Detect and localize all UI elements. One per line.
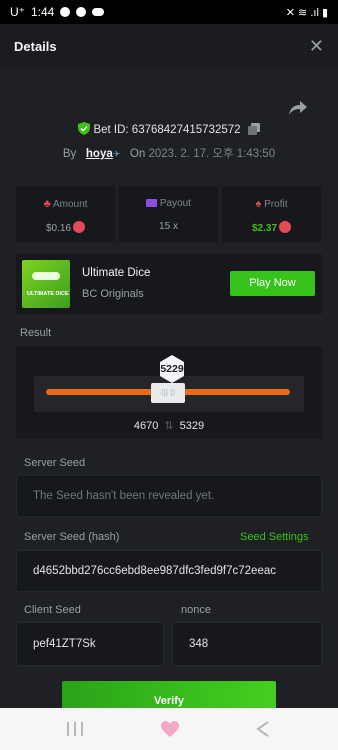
coin-icon (279, 221, 292, 233)
nonce-field[interactable]: 348 (172, 622, 322, 666)
client-seed-field[interactable]: pef41ZT7Sk (16, 622, 164, 666)
client-seed-label: Client Seed (24, 604, 81, 616)
range-high: 5329 (179, 420, 205, 432)
payout-label: Payout (159, 198, 191, 209)
clock: 1:44 (31, 5, 55, 19)
carrier-label: U⁺ (10, 5, 25, 19)
profit-value: $2.37 (251, 223, 278, 234)
close-icon[interactable]: ✕ (309, 36, 324, 57)
result-roll-value: 5229 (160, 363, 184, 375)
share-icon[interactable] (288, 99, 308, 117)
payout-value: 15 x (159, 221, 178, 232)
home-heart-icon[interactable] (160, 720, 180, 738)
notification-icon (60, 7, 71, 17)
cloud-icon (92, 8, 105, 16)
verify-button[interactable]: Verify (62, 681, 276, 711)
bet-id: Bet ID: 63768427415732572 (93, 124, 241, 136)
back-icon[interactable] (256, 721, 270, 737)
details-header: Details ✕ (0, 24, 338, 68)
status-bar: U⁺ 1:44 ✕ ≋ .ıl ▮ (0, 0, 338, 24)
bet-author-row: By hoya✈ On 2023. 2. 17. 오후 1:43:50 (0, 145, 338, 161)
stat-profit: ♠ Profit $2.37 (222, 186, 321, 242)
profit-icon: ♠ (255, 198, 262, 210)
bet-date: 2023. 2. 17. 오후 1:43:50 (148, 148, 276, 160)
stat-payout: Payout 15 x (119, 186, 218, 242)
play-now-button[interactable]: Play Now (230, 271, 315, 296)
game-name: Ultimate Dice (82, 267, 151, 279)
page-title: Details (14, 38, 57, 54)
user-link[interactable]: hoya (86, 148, 113, 160)
game-provider: BC Originals (82, 288, 144, 300)
shield-check-icon (78, 122, 91, 135)
game-card: ULTIMATE DICE Ultimate Dice BC Originals… (16, 254, 322, 314)
payout-icon (146, 199, 158, 207)
coin-icon (73, 221, 86, 233)
status-indicators: ✕ ≋ .ıl ▮ (285, 6, 328, 19)
system-nav-bar (0, 708, 338, 750)
result-label: Result (20, 327, 52, 339)
profit-label: Profit (264, 199, 288, 210)
range-separator-icon: ⇅ (164, 420, 174, 432)
result-range: 4670 ⇅ 5329 (16, 419, 322, 432)
dice-bar-icon (32, 272, 60, 280)
server-seed-hash-field[interactable]: d4652bbd276cc6ebd8ee987dfc3fed9f7c72eeac (16, 550, 322, 592)
result-panel: ⟨|| |⟩ 5229 4670 ⇅ 5329 (16, 347, 322, 439)
server-seed-hash-label: Server Seed (hash) (24, 531, 120, 543)
server-seed-label: Server Seed (24, 457, 86, 469)
nonce-label: nonce (181, 604, 211, 616)
server-seed-field[interactable]: The Seed hasn't been revealed yet. (16, 475, 322, 517)
result-slider-handle: ⟨|| |⟩ (151, 383, 185, 403)
user-flag-icon: ✈ (112, 149, 121, 159)
bet-id-row: Bet ID: 63768427415732572 (0, 122, 338, 136)
amount-icon: ♣ (43, 198, 51, 210)
recent-apps-icon[interactable] (67, 722, 83, 736)
by-label: By (62, 148, 77, 160)
notification-icon (76, 7, 87, 17)
amount-value: $0.16 (45, 223, 72, 234)
range-low: 4670 (133, 420, 159, 432)
game-thumbnail[interactable]: ULTIMATE DICE (22, 260, 70, 308)
on-label: On (129, 148, 146, 160)
game-thumb-text: ULTIMATE DICE (27, 291, 69, 297)
copy-icon[interactable] (247, 123, 260, 135)
stat-amount: ♣ Amount $0.16 (16, 186, 115, 242)
seed-settings-link[interactable]: Seed Settings (240, 531, 309, 543)
amount-label: Amount (52, 199, 88, 210)
